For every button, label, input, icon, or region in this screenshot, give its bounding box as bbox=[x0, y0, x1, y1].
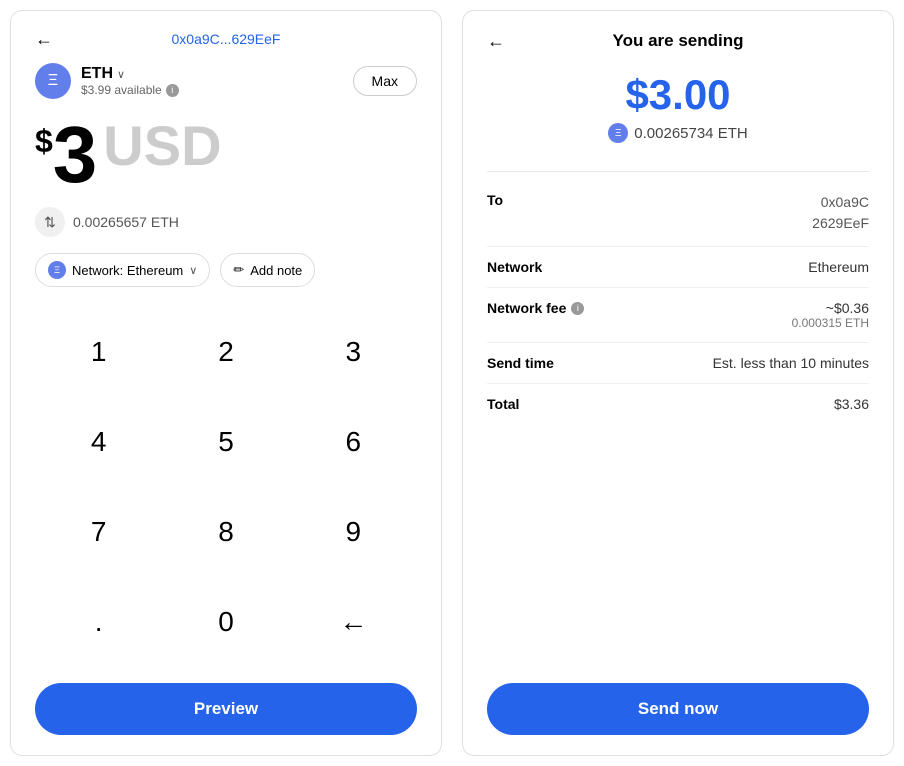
send-time-row: Send time Est. less than 10 minutes bbox=[487, 343, 869, 384]
max-button[interactable]: Max bbox=[353, 66, 417, 96]
total-label: Total bbox=[487, 396, 519, 412]
send-eth-value: 0.00265734 ETH bbox=[634, 125, 747, 142]
amount-currency: USD bbox=[103, 115, 221, 177]
to-address: 0x0a9C 2629EeF bbox=[812, 192, 869, 234]
to-label: To bbox=[487, 192, 503, 208]
key-backspace[interactable]: ← bbox=[290, 577, 417, 667]
key-9[interactable]: 9 bbox=[290, 487, 417, 577]
fee-row: Network fee i ~$0.36 0.000315 ETH bbox=[487, 288, 869, 343]
key-3[interactable]: 3 bbox=[290, 307, 417, 397]
network-detail-value: Ethereum bbox=[808, 259, 869, 275]
eth-equiv-value: 0.00265657 ETH bbox=[73, 214, 179, 230]
options-row: Ξ Network: Ethereum ∨ ✏ Add note bbox=[35, 253, 417, 287]
send-amount-eth: Ξ 0.00265734 ETH bbox=[487, 123, 869, 143]
key-dot[interactable]: . bbox=[35, 577, 162, 667]
token-name: ETH bbox=[81, 65, 113, 83]
divider bbox=[487, 171, 869, 172]
numpad: 1 2 3 4 5 6 7 8 9 . 0 ← bbox=[35, 307, 417, 667]
key-1[interactable]: 1 bbox=[35, 307, 162, 397]
right-header: ← You are sending bbox=[487, 31, 869, 51]
token-info: Ξ ETH ∨ $3.99 available i bbox=[35, 63, 179, 99]
key-6[interactable]: 6 bbox=[290, 397, 417, 487]
send-eth-icon: Ξ bbox=[608, 123, 628, 143]
key-5[interactable]: 5 bbox=[162, 397, 289, 487]
total-row: Total $3.36 bbox=[487, 384, 869, 424]
amount-display: $ 3 USD bbox=[35, 115, 417, 195]
fee-info-icon: i bbox=[571, 302, 584, 315]
preview-button[interactable]: Preview bbox=[35, 683, 417, 735]
network-eth-icon: Ξ bbox=[48, 261, 66, 279]
fee-label: Network fee bbox=[487, 300, 566, 316]
eth-icon: Ξ bbox=[35, 63, 71, 99]
add-note-button[interactable]: ✏ Add note bbox=[220, 253, 315, 287]
key-0[interactable]: 0 bbox=[162, 577, 289, 667]
back-button-right[interactable]: ← bbox=[487, 31, 505, 52]
key-7[interactable]: 7 bbox=[35, 487, 162, 577]
fee-value: ~$0.36 bbox=[792, 300, 869, 316]
network-button[interactable]: Ξ Network: Ethereum ∨ bbox=[35, 253, 210, 287]
send-amount-usd: $3.00 bbox=[487, 71, 869, 119]
network-detail-label: Network bbox=[487, 259, 542, 275]
pencil-icon: ✏ bbox=[233, 262, 244, 278]
send-time-value: Est. less than 10 minutes bbox=[713, 355, 869, 371]
token-chevron-icon[interactable]: ∨ bbox=[117, 68, 125, 81]
eth-equiv-row: ⇅ 0.00265657 ETH bbox=[35, 207, 417, 237]
note-label: Add note bbox=[250, 263, 302, 278]
send-now-button[interactable]: Send now bbox=[487, 683, 869, 735]
total-value: $3.36 bbox=[834, 396, 869, 412]
network-row: Network Ethereum bbox=[487, 247, 869, 288]
left-header: ← 0x0a9C...629EeF bbox=[35, 31, 417, 47]
network-chevron-icon: ∨ bbox=[189, 264, 197, 277]
send-time-label: Send time bbox=[487, 355, 554, 371]
key-2[interactable]: 2 bbox=[162, 307, 289, 397]
left-panel: ← 0x0a9C...629EeF Ξ ETH ∨ $3.99 availabl… bbox=[10, 10, 442, 756]
key-8[interactable]: 8 bbox=[162, 487, 289, 577]
wallet-address[interactable]: 0x0a9C...629EeF bbox=[172, 31, 281, 47]
token-row: Ξ ETH ∨ $3.99 available i Max bbox=[35, 63, 417, 99]
swap-icon[interactable]: ⇅ bbox=[35, 207, 65, 237]
info-icon: i bbox=[166, 84, 179, 97]
sending-title: You are sending bbox=[613, 31, 744, 51]
right-panel: ← You are sending $3.00 Ξ 0.00265734 ETH… bbox=[462, 10, 894, 756]
token-available: $3.99 available i bbox=[81, 83, 179, 97]
network-label: Network: Ethereum bbox=[72, 263, 183, 278]
to-row: To 0x0a9C 2629EeF bbox=[487, 180, 869, 247]
back-button-left[interactable]: ← bbox=[35, 29, 53, 50]
key-4[interactable]: 4 bbox=[35, 397, 162, 487]
fee-eth-value: 0.000315 ETH bbox=[792, 316, 869, 330]
amount-number: 3 bbox=[53, 115, 98, 195]
dollar-sign: $ bbox=[35, 123, 53, 160]
